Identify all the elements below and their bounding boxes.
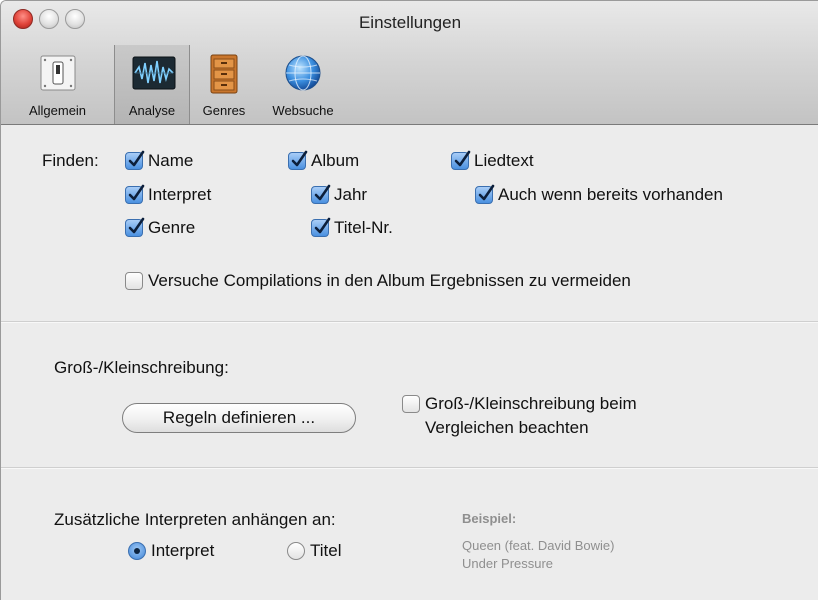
append-heading: Zusätzliche Interpreten anhängen an:	[54, 510, 336, 529]
radio-interpret[interactable]: Interpret	[128, 541, 214, 561]
case-heading: Groß-/Kleinschreibung:	[54, 358, 229, 377]
checkbox-checked-icon	[288, 150, 308, 170]
checkbox-checked-icon	[311, 217, 331, 237]
checkbox-interpret[interactable]: Interpret	[125, 184, 212, 205]
title-bar: Einstellungen Allgemein Analyse Genres W…	[1, 1, 818, 125]
checkbox-label: Groß-/Kleinschreibung beim Vergleichen b…	[425, 392, 637, 440]
checkbox-genre[interactable]: Genre	[125, 217, 196, 238]
checkbox-checked-icon	[125, 150, 145, 170]
example-line: Under Pressure	[462, 556, 554, 571]
checkbox-label: Auch wenn bereits vorhanden	[498, 185, 723, 204]
checkbox-label-line: Vergleichen beachten	[425, 418, 589, 437]
checkbox-label: Liedtext	[474, 151, 534, 170]
example-line: Queen (feat. David Bowie)	[462, 538, 615, 553]
toolbar-item-label: Websuche	[272, 103, 334, 118]
toolbar-item-label: Genres	[202, 103, 246, 118]
toolbar-item-allgemein[interactable]: Allgemein	[1, 45, 114, 124]
checkbox-titel-nr[interactable]: Titel-Nr.	[311, 217, 393, 238]
example-heading: Beispiel:	[462, 511, 517, 526]
checkbox-checked-icon	[125, 217, 145, 237]
toolbar-item-label: Analyse	[128, 103, 176, 118]
cabinet-icon	[204, 53, 244, 94]
find-label: Finden:	[42, 151, 99, 170]
radio-selected-icon	[128, 542, 146, 560]
checkbox-jahr[interactable]: Jahr	[311, 184, 368, 205]
checkbox-case-compare[interactable]: Groß-/Kleinschreibung beim Vergleichen b…	[402, 392, 637, 440]
window-title: Einstellungen	[358, 13, 462, 32]
define-rules-button[interactable]: Regeln definieren ...	[122, 403, 356, 433]
checkbox-label: Album	[311, 151, 360, 170]
toolbar-item-label: Allgemein	[28, 103, 87, 118]
checkbox-name[interactable]: Name	[125, 150, 194, 171]
globe-icon	[283, 53, 323, 93]
checkbox-label: Versuche Compilations in den Album Ergeb…	[148, 271, 631, 290]
checkbox-auch-wenn-bereits-vorhanden[interactable]: Auch wenn bereits vorhanden	[475, 184, 723, 205]
checkbox-unchecked-icon	[125, 272, 143, 290]
radio-titel[interactable]: Titel	[287, 541, 342, 561]
toolbar-item-analyse[interactable]: Analyse	[114, 45, 190, 124]
radio-unselected-icon	[287, 542, 305, 560]
section-divider	[1, 467, 818, 469]
checkbox-checked-icon	[451, 150, 471, 170]
checkbox-checked-icon	[311, 184, 331, 204]
radio-label: Titel	[310, 541, 342, 560]
toolbar-item-genres[interactable]: Genres	[190, 45, 258, 124]
section-divider	[1, 321, 818, 323]
checkbox-label: Jahr	[334, 185, 368, 204]
checkbox-avoid-compilations[interactable]: Versuche Compilations in den Album Ergeb…	[125, 271, 631, 291]
checkbox-label: Genre	[148, 218, 196, 237]
checkbox-label: Titel-Nr.	[334, 218, 393, 237]
switch-icon	[38, 53, 78, 93]
checkbox-unchecked-icon	[402, 395, 420, 413]
waveform-icon	[132, 53, 176, 93]
checkbox-album[interactable]: Album	[288, 150, 360, 171]
checkbox-label: Interpret	[148, 185, 212, 204]
checkbox-liedtext[interactable]: Liedtext	[451, 150, 534, 171]
radio-label: Interpret	[151, 541, 215, 560]
checkbox-label-line: Groß-/Kleinschreibung beim	[425, 394, 637, 413]
toolbar-item-websuche[interactable]: Websuche	[258, 45, 348, 124]
preferences-window: Einstellungen Allgemein Analyse Genres W…	[0, 0, 818, 600]
checkbox-checked-icon	[125, 184, 145, 204]
checkbox-label: Name	[148, 151, 194, 170]
checkbox-checked-icon	[475, 184, 495, 204]
